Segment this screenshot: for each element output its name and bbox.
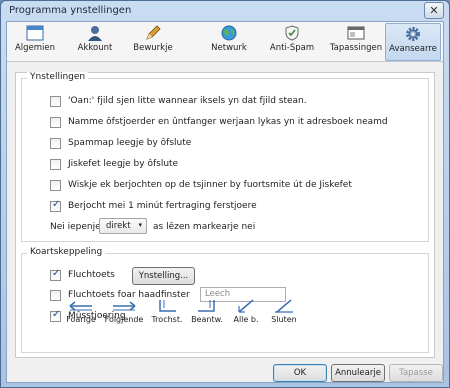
tab-anti-spam[interactable]: Anti-Spam (265, 23, 319, 61)
shield-icon (285, 25, 299, 41)
gesture-label: Folgjende (104, 315, 144, 324)
tab-label: Algemien (14, 43, 56, 53)
open-suffix-label: as lêzen markearje nei (153, 222, 256, 232)
close-button[interactable]: ✕ (424, 2, 444, 19)
gesture-label: Foarige (66, 315, 96, 324)
checkbox[interactable] (50, 138, 61, 149)
tab-label: Anti-Spam (269, 43, 315, 53)
gear-icon (406, 27, 420, 41)
gesture-label: Alle b. (233, 315, 259, 324)
arrow-left-icon (69, 301, 92, 311)
category-toolbar: Algemien Akkount Bewurkje Netwurk Anti-S… (7, 22, 443, 62)
tab-tapassingen[interactable]: Tapassingen (327, 23, 385, 61)
gesture-folgjende: Folgjende (100, 299, 148, 329)
arrow-right-icon (113, 301, 136, 311)
gesture-beantw: Beantw. (186, 299, 228, 329)
settings-window: Programma ynstellingen ✕ Algemien Akkoun… (0, 0, 450, 388)
gesture-foarige: Foarige (60, 299, 102, 329)
checkbox[interactable] (50, 159, 61, 170)
tab-label: Avansearre (389, 44, 437, 54)
globe-icon (221, 25, 237, 41)
pencil-icon (146, 25, 161, 40)
window-icon (26, 25, 44, 41)
ynstelling-button[interactable]: Ynstelling... (132, 267, 195, 285)
option-label: Spammap leegje by ôfslute (68, 138, 192, 148)
option-label: 'Oan:' fjild sjen litte wannear iksels y… (68, 96, 307, 106)
checkbox[interactable] (50, 96, 61, 107)
arrow-diagonal-icon (238, 299, 254, 313)
shortcuts-legend: Koartskeppeling (27, 247, 106, 257)
open-prefix-label: Nei iepenje (50, 222, 101, 232)
chevron-down-icon: ▾ (138, 221, 142, 229)
tab-avansearre[interactable]: Avansearre (385, 23, 441, 61)
gesture-label: Trochst. (151, 315, 183, 324)
gesture-label: Sluten (271, 315, 297, 324)
close-icon: ✕ (429, 4, 439, 17)
tab-label: Akkount (77, 43, 113, 53)
tab-netwurk[interactable]: Netwurk (203, 23, 255, 61)
dialog-body: Algemien Akkount Bewurkje Netwurk Anti-S… (6, 21, 444, 383)
app-icon (347, 26, 365, 40)
checkbox[interactable] (50, 180, 61, 191)
cancel-button[interactable]: Annulearje (331, 364, 385, 382)
person-icon (88, 26, 102, 41)
gesture-label: Beantw. (191, 315, 223, 324)
gesture-alle-b: Alle b. (226, 299, 266, 329)
advanced-panel: Ynstellingen 'Oan:' fjild sjen litte wan… (15, 72, 435, 358)
gesture-sluten: Sluten (264, 299, 304, 329)
tab-label: Netwurk (211, 43, 247, 53)
checkbox[interactable] (50, 199, 61, 212)
option-label: Namme ôfstjoerder en ûntfanger werjaan l… (68, 117, 388, 127)
settings-group: Ynstellingen 'Oan:' fjild sjen litte wan… (21, 72, 429, 242)
checkbox[interactable] (50, 117, 61, 128)
apply-button[interactable]: Tapasse (389, 364, 443, 382)
select-value: direkt (106, 221, 131, 231)
mark-read-select[interactable]: direkt ▾ (99, 218, 147, 234)
arrow-down-right-icon (198, 300, 215, 312)
option-label: Berjocht mei 1 minút fertraging ferstjoe… (68, 201, 257, 211)
option-label: Jiskefet leegje by ôfslute (68, 159, 179, 169)
tab-label: Tapassingen (329, 43, 383, 53)
option-label: Wiskje ek berjochten op de tsjinner by f… (68, 180, 352, 190)
checkbox[interactable] (50, 268, 61, 281)
settings-legend: Ynstellingen (27, 72, 89, 82)
arrow-down-left-icon (159, 300, 176, 312)
tab-algemien[interactable]: Algemien (9, 23, 61, 61)
arrow-close-icon (275, 299, 293, 313)
tab-label: Bewurkje (133, 43, 173, 53)
option-label: Fluchtoets (68, 270, 115, 280)
window-title: Programma ynstellingen (9, 5, 132, 16)
ok-button[interactable]: OK (273, 364, 327, 382)
tab-bewurkje[interactable]: Bewurkje (125, 23, 181, 61)
gesture-trochst: Trochst. (146, 299, 188, 329)
tab-akkount[interactable]: Akkount (69, 23, 121, 61)
title-bar: Programma ynstellingen ✕ (1, 1, 449, 21)
